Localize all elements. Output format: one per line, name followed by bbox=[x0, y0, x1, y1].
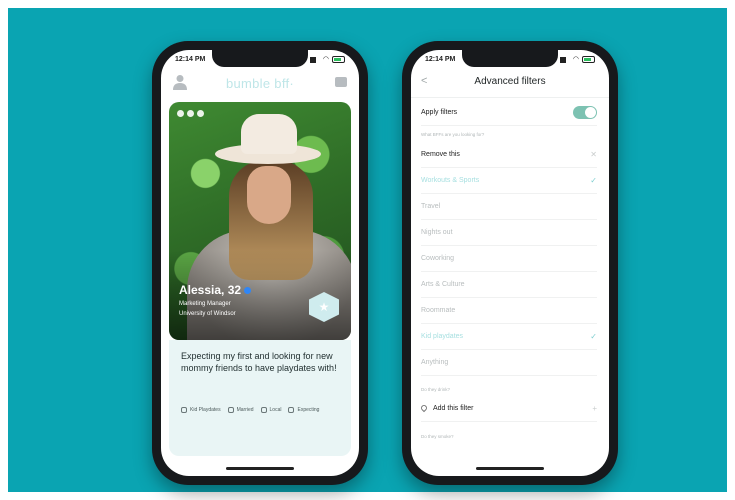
section-label: What BFFs are you looking for? bbox=[421, 132, 485, 137]
section-label: Do they smoke? bbox=[421, 434, 454, 439]
signal-icon bbox=[559, 56, 570, 63]
stroller-icon bbox=[288, 407, 295, 413]
filter-option[interactable]: Nights out bbox=[421, 220, 597, 246]
filter-option-label: Kid playdates bbox=[421, 333, 464, 340]
photo-dot bbox=[187, 110, 194, 117]
add-filter-label: Add this filter bbox=[419, 403, 474, 413]
status-time: 12:14 PM bbox=[175, 56, 206, 63]
apply-filters-label: Apply filters bbox=[421, 109, 458, 116]
filter-option[interactable]: Remove this ✕ bbox=[421, 142, 597, 168]
phone-screen-profile: 12:14 PM ◠ bumble bff· Alessia, 32 Marke… bbox=[161, 50, 359, 476]
filter-option-label: Roommate bbox=[421, 307, 456, 314]
profile-job: Marketing Manager bbox=[179, 301, 231, 307]
background-stage: 12:14 PM ◠ bumble bff· Alessia, 32 Marke… bbox=[8, 8, 727, 492]
filter-option-label: Nights out bbox=[421, 229, 453, 236]
globe-icon bbox=[260, 407, 267, 413]
battery-icon bbox=[332, 56, 345, 63]
filter-option[interactable]: Workouts & Sports ✓ bbox=[421, 168, 597, 194]
filter-option-label: Arts & Culture bbox=[421, 281, 465, 288]
add-filter-text: Add this filter bbox=[433, 405, 474, 412]
section-label: Do they drink? bbox=[421, 387, 451, 392]
tag-item: Local bbox=[260, 407, 282, 413]
phone-screen-filters: 12:14 PM ◠ < Advanced filters Apply filt… bbox=[411, 50, 609, 476]
filter-option[interactable]: Anything bbox=[421, 350, 597, 376]
filter-option-label: Travel bbox=[421, 203, 441, 210]
tag-list: Kid Playdates Married Local Expecting bbox=[181, 407, 343, 413]
filter-option[interactable]: Travel bbox=[421, 194, 597, 220]
tag-item: Expecting bbox=[288, 407, 319, 413]
heart-icon bbox=[227, 407, 234, 413]
tag-item: Kid Playdates bbox=[181, 407, 221, 413]
profile-name: Alessia, 32 bbox=[179, 283, 252, 297]
status-icons: ◠ bbox=[309, 55, 345, 63]
brand-logo: bumble bff· bbox=[225, 76, 295, 91]
plus-icon[interactable]: + bbox=[592, 404, 597, 413]
profile-school: University of Windsor bbox=[179, 311, 236, 317]
wifi-icon: ◠ bbox=[322, 55, 329, 63]
page-title: Advanced filters bbox=[474, 76, 546, 87]
verified-icon bbox=[244, 287, 252, 295]
tag-label: Local bbox=[269, 407, 282, 413]
chat-icon[interactable] bbox=[335, 77, 347, 87]
close-icon[interactable]: ✕ bbox=[590, 150, 597, 159]
filter-option[interactable]: Roommate bbox=[421, 298, 597, 324]
filter-option-label: Workouts & Sports bbox=[421, 177, 480, 184]
phone-notch bbox=[462, 50, 558, 67]
search-icon bbox=[181, 407, 187, 413]
phone-filters: 12:14 PM ◠ < Advanced filters Apply filt… bbox=[402, 41, 618, 485]
check-icon: ✓ bbox=[590, 176, 597, 185]
photo-dot bbox=[197, 110, 204, 117]
photo-page-dots bbox=[177, 110, 204, 117]
filter-option[interactable]: Arts & Culture bbox=[421, 272, 597, 298]
filter-option[interactable]: Kid playdates ✓ bbox=[421, 324, 597, 350]
photo-hat-top bbox=[241, 114, 297, 154]
phone-notch bbox=[212, 50, 308, 67]
photo-face bbox=[247, 166, 291, 224]
photo-dot bbox=[177, 110, 184, 117]
status-icons: ◠ bbox=[559, 55, 595, 63]
filter-option[interactable]: Coworking bbox=[421, 246, 597, 272]
tag-label: Expecting bbox=[297, 407, 320, 413]
battery-icon bbox=[582, 56, 595, 63]
home-indicator bbox=[226, 467, 294, 470]
tag-item: Married bbox=[227, 407, 254, 413]
apply-filters-row: Apply filters bbox=[421, 100, 597, 126]
wifi-icon: ◠ bbox=[572, 55, 579, 63]
app-top-bar: bumble bff· bbox=[161, 72, 359, 98]
profile-photo-card[interactable]: Alessia, 32 Marketing Manager University… bbox=[169, 102, 351, 340]
filter-option-label: Anything bbox=[421, 359, 449, 366]
filter-option-label: Remove this bbox=[421, 151, 460, 158]
bio-text: Expecting my first and looking for new m… bbox=[181, 351, 337, 373]
bio-card: Expecting my first and looking for new m… bbox=[169, 340, 351, 456]
status-time: 12:14 PM bbox=[425, 56, 456, 63]
tag-label: Married bbox=[236, 407, 254, 413]
profile-name-text: Alessia, 32 bbox=[179, 283, 242, 297]
filters-header: < Advanced filters bbox=[411, 73, 609, 98]
tag-label: Kid Playdates bbox=[190, 407, 221, 413]
home-indicator bbox=[476, 467, 544, 470]
phone-profile: 12:14 PM ◠ bumble bff· Alessia, 32 Marke… bbox=[152, 41, 368, 485]
check-icon: ✓ bbox=[590, 332, 597, 341]
signal-icon bbox=[309, 56, 320, 63]
location-pin-icon bbox=[419, 403, 429, 413]
apply-filters-toggle[interactable] bbox=[573, 106, 597, 119]
add-filter-row[interactable]: Add this filter + bbox=[419, 396, 597, 422]
filter-option-label: Coworking bbox=[421, 255, 455, 262]
